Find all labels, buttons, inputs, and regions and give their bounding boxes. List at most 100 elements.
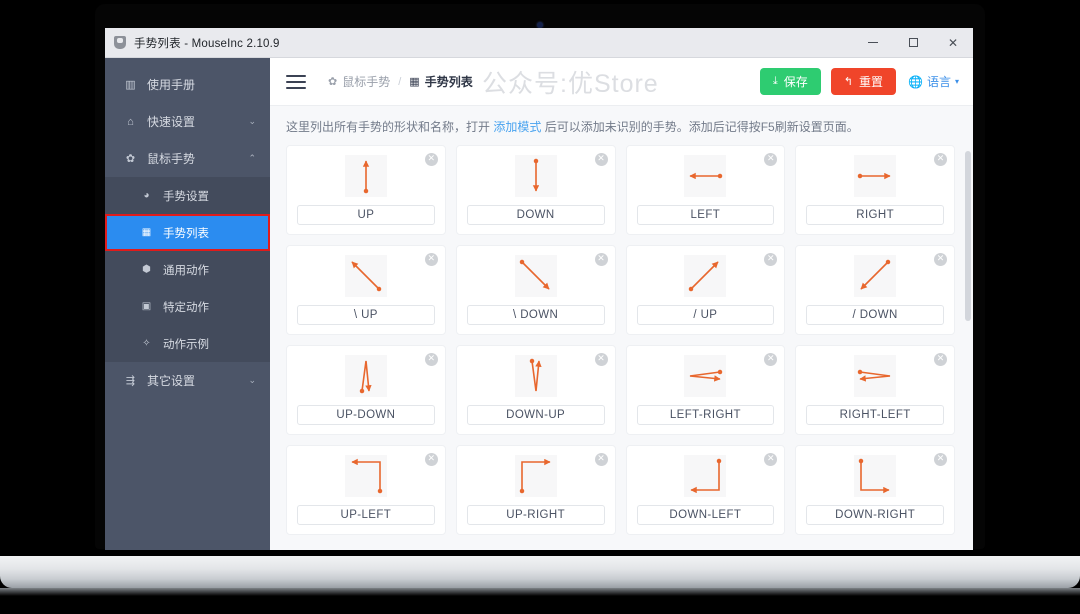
gesture-name-button[interactable]: / DOWN — [806, 305, 944, 325]
gesture-card[interactable]: ✕ RIGHT-LEFT — [795, 345, 955, 435]
content-scrollbar[interactable] — [965, 145, 971, 550]
scrollbar-thumb[interactable] — [965, 151, 971, 321]
sidebar-item-general-actions[interactable]: ⬢ 通用动作 — [105, 251, 270, 288]
remove-gesture-icon[interactable]: ✕ — [934, 153, 947, 166]
gesture-card[interactable]: ✕ \ DOWN — [455, 245, 616, 335]
gesture-name-label: RIGHT-LEFT — [839, 409, 911, 421]
window-body: ▥ 使用手册 ⌂ 快速设置 ⌄ ✿ 鼠标手势 ⌃ ◕ 手势设置 ▦ 手势列表 ⬢… — [105, 58, 973, 550]
close-button[interactable]: ✕ — [933, 28, 973, 58]
gesture-card[interactable]: ✕ UP-RIGHT — [455, 445, 616, 535]
window-title: 手势列表 - MouseInc 2.10.9 — [134, 37, 280, 50]
sidebar-item-mouse-gestures[interactable]: ✿ 鼠标手势 ⌃ — [105, 140, 270, 177]
gesture-name-button[interactable]: DOWN-RIGHT — [806, 505, 944, 525]
remove-gesture-icon[interactable]: ✕ — [424, 353, 438, 366]
description-text: 这里列出所有手势的形状和名称，打开 添加模式 后可以添加未识别的手势。添加后记得… — [270, 106, 973, 145]
book-icon: ▥ — [125, 79, 136, 91]
sidebar: ▥ 使用手册 ⌂ 快速设置 ⌄ ✿ 鼠标手势 ⌃ ◕ 手势设置 ▦ 手势列表 ⬢… — [105, 58, 270, 550]
gesture-name-button[interactable]: \ DOWN — [466, 305, 605, 325]
sidebar-item-other-settings[interactable]: ⇶ 其它设置 ⌄ — [105, 362, 270, 399]
undo-icon: ↰ — [843, 76, 853, 88]
minimize-button[interactable] — [853, 28, 893, 58]
gesture-name-button[interactable]: UP-LEFT — [297, 505, 435, 525]
gesture-card[interactable]: ✕ LEFT — [625, 145, 786, 235]
gesture-name-button[interactable]: UP — [297, 205, 435, 225]
gear-icon: ✿ — [125, 153, 136, 165]
remove-gesture-icon[interactable]: ✕ — [764, 353, 778, 366]
gesture-card[interactable]: ✕ LEFT-RIGHT — [625, 345, 786, 435]
gesture-name-label: / UP — [693, 309, 718, 321]
sidebar-item-action-examples[interactable]: ✧ 动作示例 — [105, 325, 270, 362]
gesture-card[interactable]: ✕ UP-DOWN — [286, 345, 446, 435]
reset-button[interactable]: ↰ 重置 — [830, 68, 897, 95]
chevron-down-icon: ⌄ — [248, 375, 256, 385]
sidebar-item-gesture-list[interactable]: ▦ 手势列表 — [105, 214, 270, 251]
remove-gesture-icon[interactable]: ✕ — [424, 153, 438, 166]
language-switcher[interactable]: 🌐 语言 ▾ — [908, 73, 959, 90]
laptop-base — [0, 556, 1080, 588]
gesture-name-button[interactable]: UP-DOWN — [297, 405, 435, 425]
remove-gesture-icon[interactable]: ✕ — [934, 453, 947, 466]
gesture-card[interactable]: ✕ / DOWN — [795, 245, 955, 335]
remove-gesture-icon[interactable]: ✕ — [424, 253, 438, 266]
gesture-shape-preview — [854, 355, 897, 397]
remove-gesture-icon[interactable]: ✕ — [934, 253, 947, 266]
remove-gesture-icon[interactable]: ✕ — [594, 253, 608, 266]
gesture-name-label: DOWN-RIGHT — [835, 509, 916, 521]
reset-button-label: 重置 — [859, 75, 884, 89]
gesture-shape-preview — [854, 455, 897, 497]
hamburger-icon[interactable] — [286, 74, 306, 89]
gesture-name-button[interactable]: DOWN-LEFT — [636, 505, 775, 525]
sidebar-item-manual[interactable]: ▥ 使用手册 — [105, 66, 270, 103]
sidebar-item-gesture-settings[interactable]: ◕ 手势设置 — [105, 177, 270, 214]
sidebar-item-label: 鼠标手势 — [147, 152, 196, 166]
sidebar-item-label: 通用动作 — [163, 264, 209, 277]
gesture-card[interactable]: ✕ \ UP — [286, 245, 446, 335]
gesture-name-button[interactable]: RIGHT-LEFT — [806, 405, 944, 425]
download-icon: ⤓ — [772, 75, 778, 87]
save-button[interactable]: ⤓ 保存 — [759, 68, 821, 95]
gesture-name-label: UP-LEFT — [340, 509, 392, 521]
maximize-icon — [908, 38, 918, 47]
grid-icon: ▦ — [141, 227, 152, 238]
cube-icon: ⬢ — [142, 264, 151, 275]
remove-gesture-icon[interactable]: ✕ — [594, 453, 608, 466]
chevron-down-icon: ▾ — [954, 77, 959, 86]
gesture-card[interactable]: ✕ RIGHT — [795, 145, 955, 235]
remove-gesture-icon[interactable]: ✕ — [764, 453, 778, 466]
gesture-card[interactable]: ✕ DOWN — [455, 145, 616, 235]
breadcrumb-parent[interactable]: 鼠标手势 — [342, 73, 390, 90]
gesture-card[interactable]: ✕ DOWN-UP — [455, 345, 616, 435]
sidebar-item-specific-actions[interactable]: ▣ 特定动作 — [105, 288, 270, 325]
remove-gesture-icon[interactable]: ✕ — [594, 153, 608, 166]
gesture-name-button[interactable]: LEFT-RIGHT — [636, 405, 775, 425]
gesture-card[interactable]: ✕ DOWN-LEFT — [625, 445, 786, 535]
gesture-shape-preview — [344, 155, 387, 197]
gesture-card[interactable]: ✕ UP — [286, 145, 446, 235]
language-label: 语言 — [926, 75, 951, 89]
gesture-name-button[interactable]: RIGHT — [806, 205, 944, 225]
gesture-name-button[interactable]: LEFT — [636, 205, 775, 225]
remove-gesture-icon[interactable]: ✕ — [424, 453, 438, 466]
camera-icon: ▣ — [141, 301, 152, 312]
remove-gesture-icon[interactable]: ✕ — [934, 353, 947, 366]
add-mode-link[interactable]: 添加模式 — [493, 120, 541, 134]
remove-gesture-icon[interactable]: ✕ — [764, 153, 778, 166]
gear-icon: ✿ — [328, 76, 338, 88]
gesture-shape-preview — [344, 355, 387, 397]
sidebar-item-quick-settings[interactable]: ⌂ 快速设置 ⌄ — [105, 103, 270, 140]
gesture-shape-preview — [344, 455, 387, 497]
gesture-card[interactable]: ✕ DOWN-RIGHT — [795, 445, 955, 535]
remove-gesture-icon[interactable]: ✕ — [594, 353, 608, 366]
window-controls: ✕ — [853, 28, 973, 58]
gesture-name-button[interactable]: / UP — [636, 305, 775, 325]
remove-gesture-icon[interactable]: ✕ — [764, 253, 778, 266]
gesture-card[interactable]: ✕ / UP — [625, 245, 786, 335]
gesture-card[interactable]: ✕ UP-LEFT — [286, 445, 446, 535]
gesture-shape-preview — [684, 155, 727, 197]
gesture-name-button[interactable]: DOWN-UP — [466, 405, 605, 425]
maximize-button[interactable] — [893, 28, 933, 58]
gesture-name-button[interactable]: DOWN — [466, 205, 605, 225]
sidebar-item-label: 特定动作 — [163, 301, 209, 314]
gesture-name-button[interactable]: UP-RIGHT — [466, 505, 605, 525]
gesture-name-button[interactable]: \ UP — [297, 305, 435, 325]
